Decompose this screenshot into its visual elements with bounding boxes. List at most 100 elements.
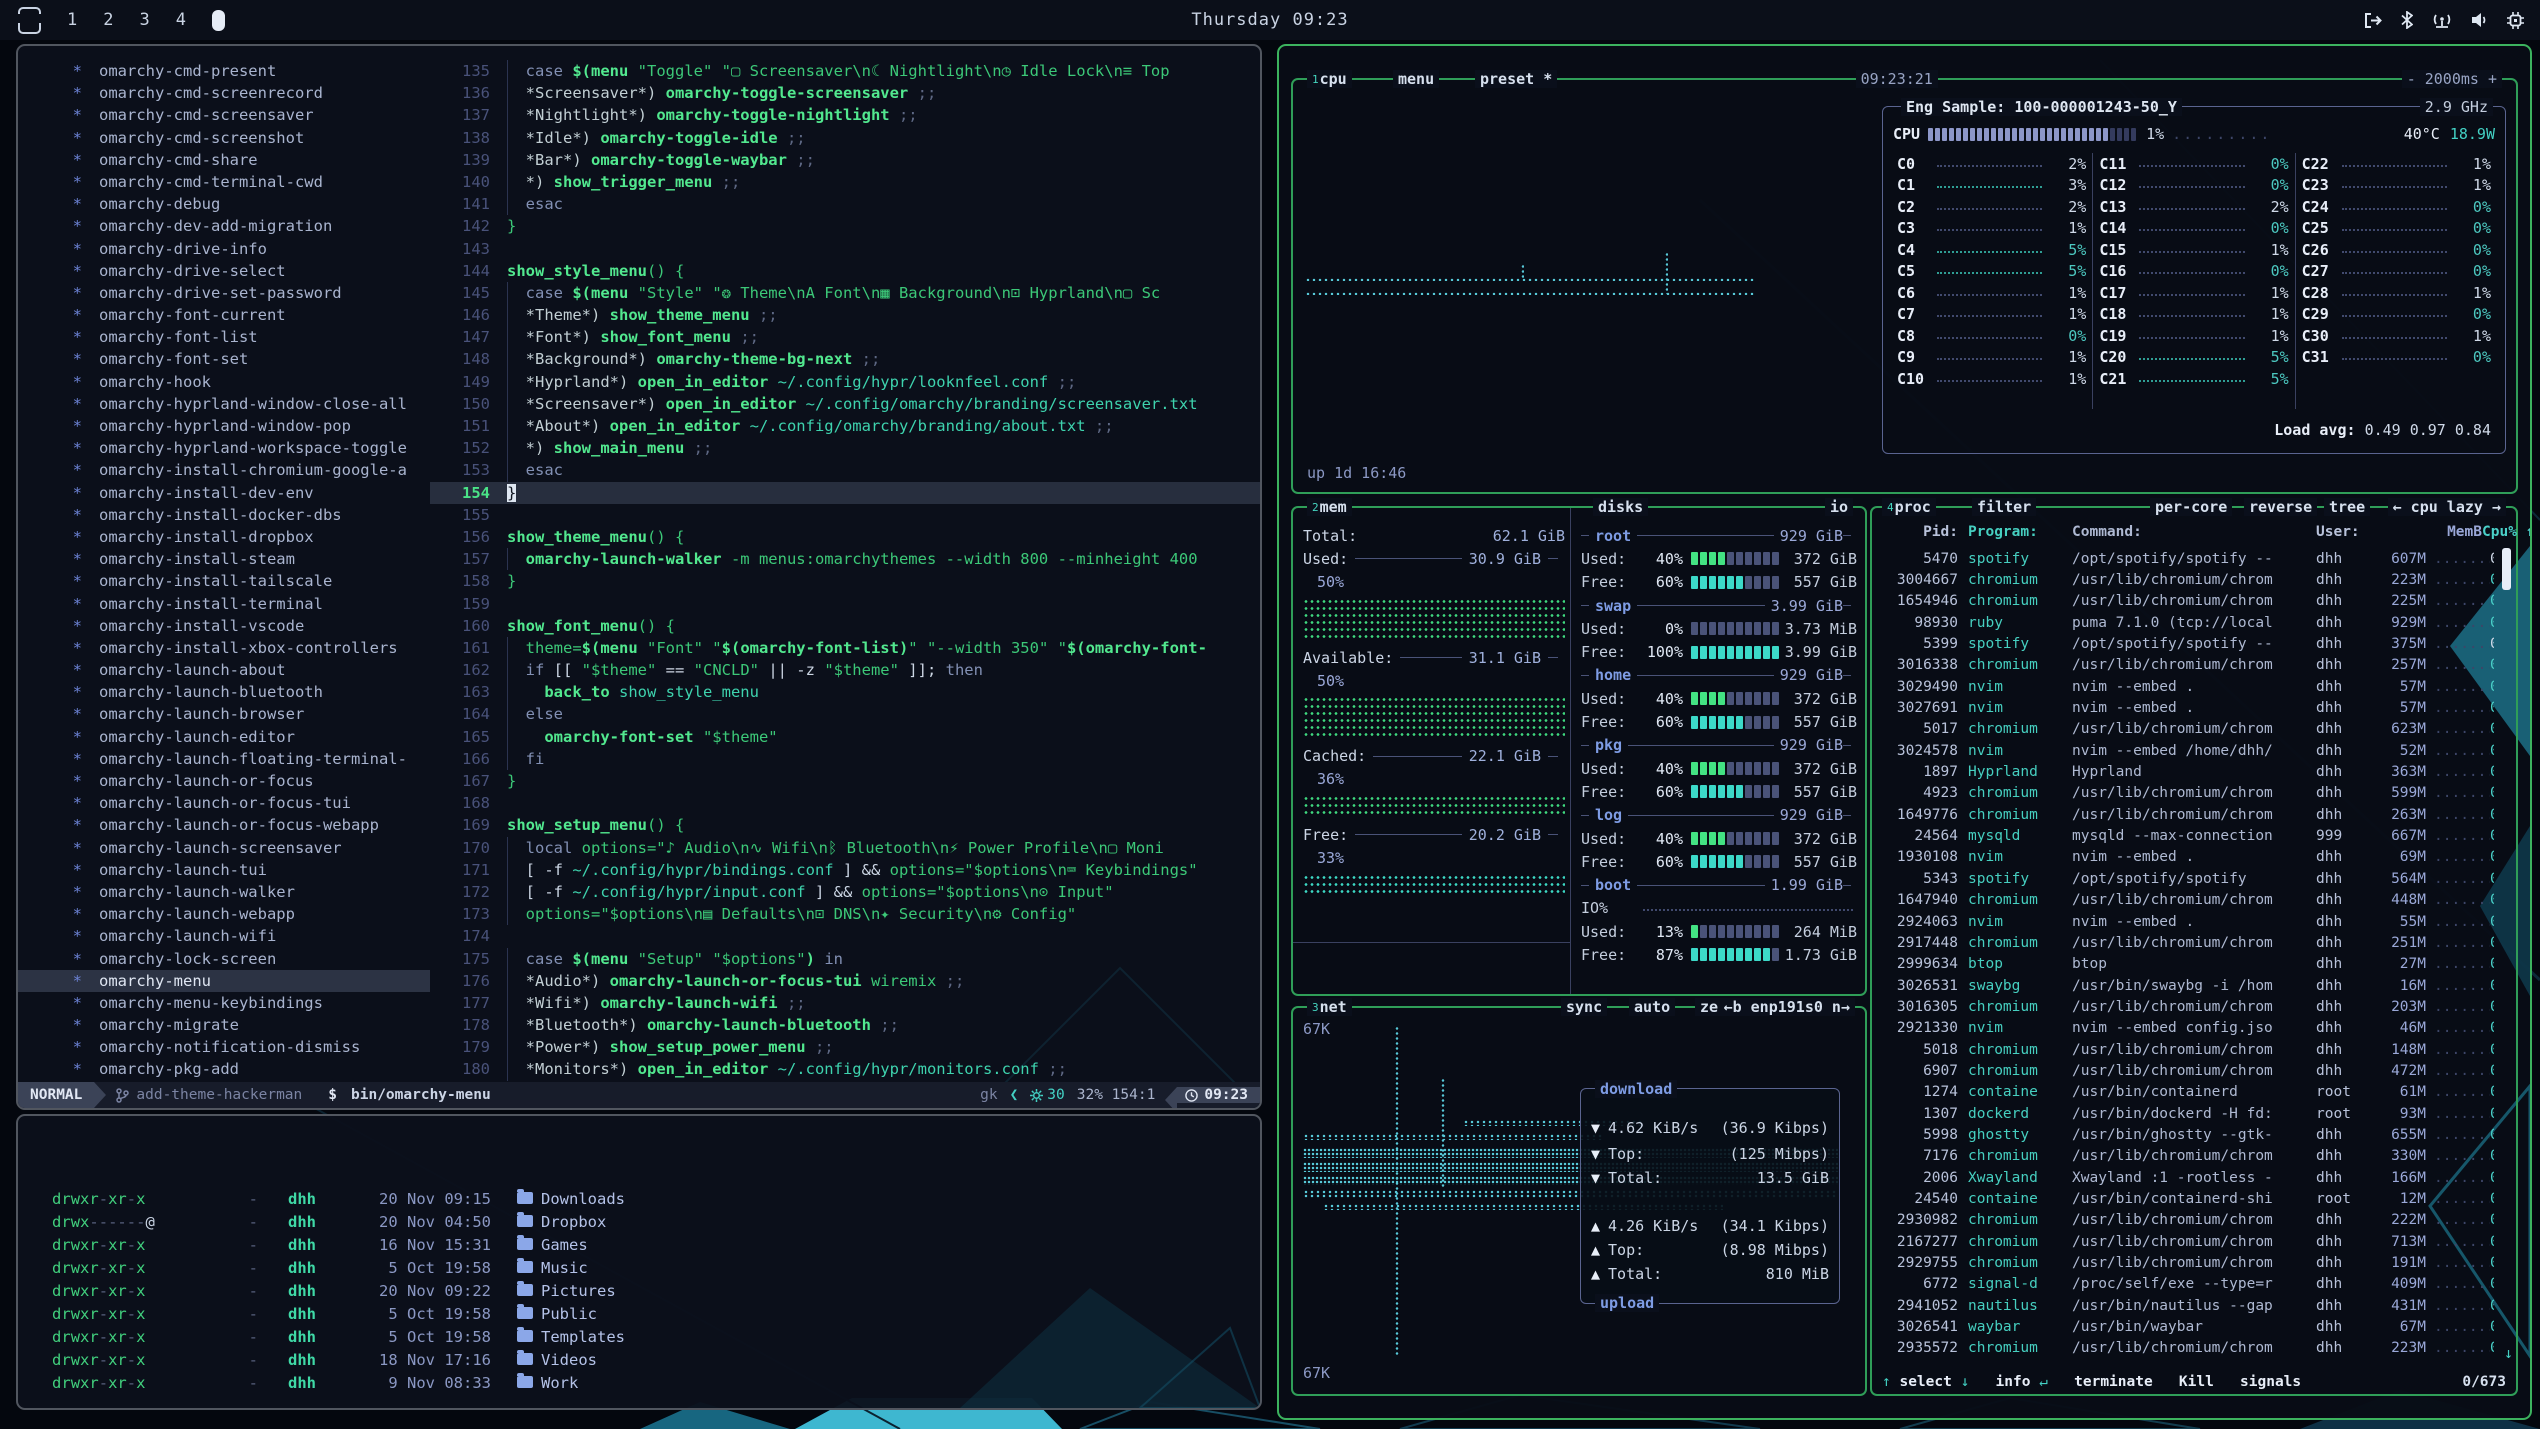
code-line[interactable]: 164 else	[430, 703, 1260, 725]
code-line[interactable]: 139 *Bar*) omarchy-toggle-waybar ;;	[430, 149, 1260, 171]
process-row[interactable]: 24564mysqldmysqld --max-connection999667…	[1880, 825, 2494, 846]
file-row[interactable]: *omarchy-install-xbox-controllers	[18, 637, 430, 659]
process-row[interactable]: 1307dockerd/usr/bin/dockerd -H fd:root93…	[1880, 1103, 2494, 1124]
code-line[interactable]: 159	[430, 593, 1260, 615]
file-row[interactable]: *omarchy-hook	[18, 371, 430, 393]
code-line[interactable]: 138 *Idle*) omarchy-toggle-idle ;;	[430, 127, 1260, 149]
process-row[interactable]: 2929755chromium/usr/lib/chromium/chromdh…	[1880, 1252, 2494, 1273]
process-row[interactable]: 2930982chromium/usr/lib/chromium/chromdh…	[1880, 1210, 2494, 1231]
reverse-button[interactable]: reverse	[2249, 498, 2312, 516]
file-row[interactable]: *omarchy-hyprland-window-pop	[18, 415, 430, 437]
file-row[interactable]: *omarchy-hyprland-window-close-all	[18, 393, 430, 415]
menu-button[interactable]: menu	[1398, 70, 1434, 88]
process-row[interactable]: 24540containe/usr/bin/containerd-shiroot…	[1880, 1188, 2494, 1209]
code-line[interactable]: 170 local options="♪ Audio\n∿ Wifi\nᛒ Bl…	[430, 837, 1260, 859]
code-line[interactable]: 151 *About*) open_in_editor ~/.config/om…	[430, 415, 1260, 437]
code-line[interactable]: 145 case $(menu "Style" "❂ Theme\nA Font…	[430, 282, 1260, 304]
process-row[interactable]: 2935572chromium/usr/lib/chromium/chromdh…	[1880, 1338, 2494, 1359]
process-row[interactable]: 1274containe/usr/bin/containerdroot61M..…	[1880, 1082, 2494, 1103]
process-row[interactable]: 5018chromium/usr/lib/chromium/chromdhh14…	[1880, 1039, 2494, 1060]
file-row[interactable]: *omarchy-cmd-screenrecord	[18, 82, 430, 104]
process-row[interactable]: 2167277chromium/usr/lib/chromium/chromdh…	[1880, 1231, 2494, 1252]
code-line[interactable]: 163 back_to show_style_menu	[430, 681, 1260, 703]
process-row[interactable]: 6772signal-d/proc/self/exe --type=rdhh40…	[1880, 1274, 2494, 1295]
file-row[interactable]: *omarchy-install-docker-dbs	[18, 504, 430, 526]
code-line[interactable]: 179 *Power*) show_setup_power_menu ;;	[430, 1036, 1260, 1058]
process-row[interactable]: 5399spotify/opt/spotify/spotify --dhh375…	[1880, 633, 2494, 654]
code-line[interactable]: 178 *Bluetooth*) omarchy-launch-bluetoot…	[430, 1014, 1260, 1036]
process-table-header[interactable]: Pid:Program:Command:User:MemBCpu% ↑	[1880, 524, 2494, 540]
file-row[interactable]: *omarchy-menu-keybindings	[18, 992, 430, 1014]
select-action[interactable]: select	[1899, 1374, 1951, 1390]
process-row[interactable]: 3029490nvimnvim --embed .dhh57M.........…	[1880, 676, 2494, 697]
code-line[interactable]: 175 case $(menu "Setup" "$options") in	[430, 948, 1260, 970]
file-row[interactable]: *omarchy-dev-add-migration	[18, 215, 430, 237]
code-line[interactable]: 157 omarchy-launch-walker -m menus:omarc…	[430, 548, 1260, 570]
network-interface-selector[interactable]: ←b enp191s0 n→	[1724, 998, 1850, 1016]
file-row[interactable]: *omarchy-launch-bluetooth	[18, 681, 430, 703]
code-line[interactable]: 156show_theme_menu() {	[430, 526, 1260, 548]
file-row[interactable]: *omarchy-launch-wifi	[18, 925, 430, 947]
process-row[interactable]: 2921330nvimnvim --embed config.jsodhh46M…	[1880, 1018, 2494, 1039]
file-row[interactable]: *omarchy-launch-browser	[18, 703, 430, 725]
process-row[interactable]: 1649776chromium/usr/lib/chromium/chromdh…	[1880, 804, 2494, 825]
file-row[interactable]: *omarchy-launch-editor	[18, 726, 430, 748]
process-row[interactable]: 2924063nvimnvim --embed .dhh55M.........…	[1880, 911, 2494, 932]
code-line[interactable]: 137 *Nightlight*) omarchy-toggle-nightli…	[430, 104, 1260, 126]
code-line[interactable]: 142}	[430, 215, 1260, 237]
file-row[interactable]: *omarchy-launch-floating-terminal-	[18, 748, 430, 770]
network-icon[interactable]	[2432, 12, 2452, 29]
nvim-terminal-window[interactable]: *omarchy-cmd-present*omarchy-cmd-screenr…	[16, 44, 1262, 1110]
workspace-2[interactable]: 2	[103, 10, 113, 30]
file-row[interactable]: *omarchy-font-current	[18, 304, 430, 326]
file-row[interactable]: *omarchy-drive-set-password	[18, 282, 430, 304]
code-editor-pane[interactable]: 135 case $(menu "Toggle" "▢ Screensaver\…	[430, 60, 1260, 1082]
process-row[interactable]: 2917448chromium/usr/lib/chromium/chromdh…	[1880, 932, 2494, 953]
file-row[interactable]: *omarchy-install-steam	[18, 548, 430, 570]
file-explorer-pane[interactable]: *omarchy-cmd-present*omarchy-cmd-screenr…	[18, 60, 430, 1082]
btop-monitor-window[interactable]: 1 cpu menu preset * 09:23:21 - 2000ms + …	[1277, 44, 2532, 1420]
process-row[interactable]: 3026541waybar/usr/bin/waybardhh67M......…	[1880, 1316, 2494, 1337]
logout-icon[interactable]	[2363, 12, 2382, 29]
filter-button[interactable]: filter	[1977, 498, 2031, 516]
file-row[interactable]: *omarchy-menu	[18, 970, 430, 992]
file-row[interactable]: *omarchy-cmd-share	[18, 149, 430, 171]
code-line[interactable]: 169show_setup_menu() {	[430, 814, 1260, 836]
process-row[interactable]: 3016305chromium/usr/lib/chromium/chromdh…	[1880, 996, 2494, 1017]
file-row[interactable]: *omarchy-install-tailscale	[18, 570, 430, 592]
code-line[interactable]: 153 esac	[430, 459, 1260, 481]
process-row[interactable]: 3004667chromium/usr/lib/chromium/chromdh…	[1880, 569, 2494, 590]
scroll-down-indicator[interactable]: ↓	[2504, 1344, 2513, 1362]
process-row[interactable]: 5470spotify/opt/spotify/spotify --dhh607…	[1880, 548, 2494, 569]
file-row[interactable]: *omarchy-cmd-terminal-cwd	[18, 171, 430, 193]
shell-terminal-window[interactable]: drwxr-xr-x -dhh20 Nov 09:15Downloadsdrwx…	[16, 1114, 1262, 1410]
file-row[interactable]: *omarchy-pkg-add	[18, 1058, 430, 1080]
process-row[interactable]: 3027691nvimnvim --embed .dhh57M.........…	[1880, 697, 2494, 718]
code-line[interactable]: 155	[430, 504, 1260, 526]
code-line[interactable]: 149 *Hyprland*) open_in_editor ~/.config…	[430, 371, 1260, 393]
process-row[interactable]: 5343spotify/opt/spotify/spotifydhh564M..…	[1880, 868, 2494, 889]
file-row[interactable]: *omarchy-launch-or-focus-webapp	[18, 814, 430, 836]
process-row[interactable]: 1930108nvimnvim --embed .dhh69M.........…	[1880, 847, 2494, 868]
active-workspace-indicator[interactable]	[212, 10, 225, 31]
process-row[interactable]: 2999634btopbtopdhh27M.........0.0	[1880, 954, 2494, 975]
code-line[interactable]: 160show_font_menu() {	[430, 615, 1260, 637]
process-row[interactable]: 1897HyprlandHyprlanddhh363M.........0.0	[1880, 761, 2494, 782]
code-line[interactable]: 180 *Monitors*) open_in_editor ~/.config…	[430, 1058, 1260, 1080]
io-title[interactable]: io	[1830, 498, 1848, 516]
code-line[interactable]: 136 *Screensaver*) omarchy-toggle-screen…	[430, 82, 1260, 104]
code-line[interactable]: 168	[430, 792, 1260, 814]
sync-button[interactable]: sync	[1566, 998, 1602, 1016]
tree-button[interactable]: tree	[2329, 498, 2365, 516]
auto-button[interactable]: auto	[1634, 998, 1670, 1016]
file-row[interactable]: *omarchy-install-vscode	[18, 615, 430, 637]
bluetooth-icon[interactable]	[2401, 11, 2413, 29]
workspace-1[interactable]: 1	[67, 10, 77, 30]
code-line[interactable]: 152 *) show_main_menu ;;	[430, 437, 1260, 459]
process-scrollbar[interactable]	[2502, 548, 2511, 590]
omarchy-logo-icon[interactable]	[18, 7, 41, 34]
code-line[interactable]: 176 *Audio*) omarchy-launch-or-focus-tui…	[430, 970, 1260, 992]
code-line[interactable]: 147 *Font*) show_font_menu ;;	[430, 326, 1260, 348]
code-line[interactable]: 173 options="$options\n▤ Defaults\n⊡ DNS…	[430, 903, 1260, 925]
file-row[interactable]: *omarchy-launch-or-focus-tui	[18, 792, 430, 814]
